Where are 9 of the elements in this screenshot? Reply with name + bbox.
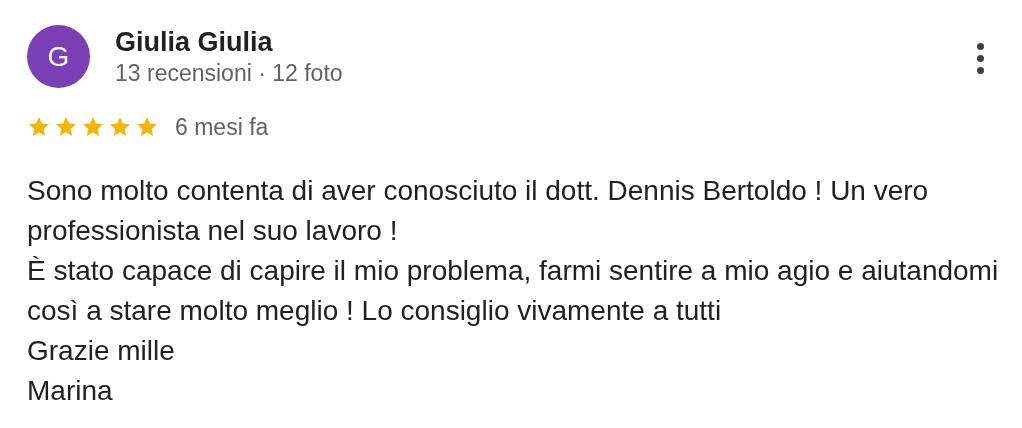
review-time: 6 mesi fa — [175, 113, 269, 142]
reviewer-stats: 13 recensioni · 12 foto — [115, 59, 343, 88]
reviewer-name[interactable]: Giulia Giulia — [115, 26, 343, 58]
review-text: Grazie mille — [27, 333, 176, 368]
review-text: Sono molto contenta di aver conosciuto il dott. Dennis Bertoldo ! Un vero professionista nel suo lavoro ! — [27, 173, 930, 248]
more-options-icon[interactable] — [975, 41, 986, 76]
review-text: Marina — [27, 373, 114, 408]
review-text: È stato capace di capire il mio problema, farmi sentire a mio agio e aiutandomi così a stare molto meglio ! Lo consiglio vivamente a tutti — [27, 253, 1000, 328]
avatar-letter: G — [47, 39, 70, 74]
